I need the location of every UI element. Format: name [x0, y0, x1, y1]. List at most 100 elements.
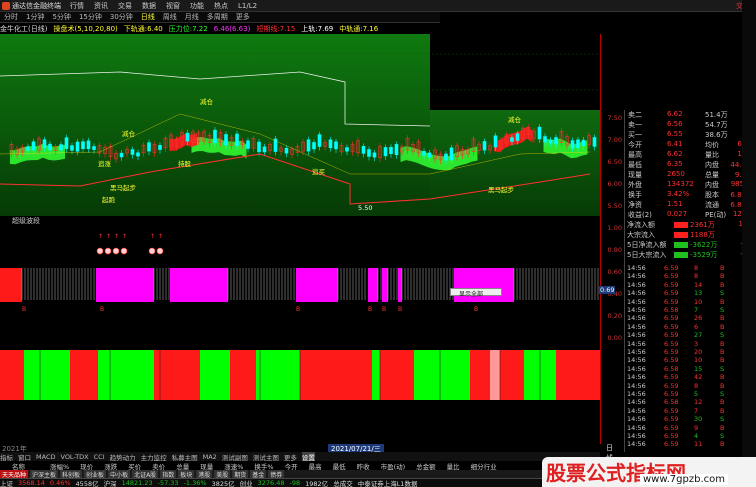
- period-tab[interactable]: 多周期: [207, 12, 228, 22]
- price-tick: 6.00: [607, 180, 622, 188]
- money-flow-row: 5日大宗流入-3529万-4%: [624, 250, 756, 260]
- tick-row[interactable]: 14:566.598B2: [624, 382, 756, 390]
- menu-item[interactable]: 数据: [142, 2, 156, 10]
- indicator-tab[interactable]: 测试主图: [253, 452, 279, 462]
- period-tab[interactable]: 5分钟: [52, 12, 70, 22]
- market-tab[interactable]: 指数: [160, 470, 177, 478]
- right-scrollbar[interactable]: [742, 0, 756, 487]
- menu-item[interactable]: 功能: [190, 2, 204, 10]
- tick-row[interactable]: 14:566.596B2: [624, 323, 756, 331]
- market-tab[interactable]: 债券: [268, 470, 285, 478]
- market-tab[interactable]: 港股: [196, 470, 213, 478]
- indicator-tab[interactable]: 窗口: [18, 452, 31, 462]
- tick-time: 14:56: [627, 280, 646, 289]
- tick-row[interactable]: 14:566.5920B6: [624, 348, 756, 356]
- tick-list[interactable]: 14:566.598B314:566.598B514:566.5914B314:…: [624, 264, 756, 450]
- sz-index-label[interactable]: 沪深: [104, 479, 117, 487]
- menu-item[interactable]: 资讯: [94, 2, 108, 10]
- tick-time: 14:56: [627, 440, 646, 449]
- indicator-tab[interactable]: 更多: [284, 452, 297, 462]
- tick-row[interactable]: 14:566.594S1: [624, 432, 756, 440]
- quote-cell: 2650: [667, 170, 685, 178]
- indicator-tab[interactable]: MA2: [203, 453, 217, 461]
- signal-band-panel[interactable]: [0, 346, 600, 444]
- tick-row[interactable]: 14:566.597B2: [624, 407, 756, 415]
- period-tab[interactable]: 日线: [141, 12, 155, 22]
- period-tab[interactable]: 分时: [4, 12, 18, 22]
- tick-row[interactable]: 14:566.595S1: [624, 390, 756, 398]
- indicator-tab[interactable]: 趋势动力: [110, 452, 136, 462]
- svg-text:↑: ↑: [122, 233, 127, 240]
- period-tab[interactable]: 15分钟: [79, 12, 102, 22]
- tick-row[interactable]: 14:566.5815S4: [624, 365, 756, 373]
- market-tab[interactable]: 天天品种: [0, 470, 29, 478]
- period-tab[interactable]: 更多: [236, 12, 250, 22]
- market-tab[interactable]: 北证A股: [132, 470, 159, 478]
- tick-row[interactable]: 14:566.5926B7: [624, 314, 756, 322]
- market-tab[interactable]: 科创板: [60, 470, 83, 478]
- market-tab[interactable]: 沪深主板: [30, 470, 59, 478]
- tick-row[interactable]: 14:566.5914B3: [624, 281, 756, 289]
- tick-row[interactable]: 14:566.5812B3: [624, 398, 756, 406]
- market-tab[interactable]: 板块: [178, 470, 195, 478]
- indicator-tab[interactable]: 主力监控: [141, 452, 167, 462]
- tick-time: 14:56: [627, 306, 646, 314]
- tick-row[interactable]: 14:566.587S5: [624, 306, 756, 314]
- indicator-tab[interactable]: VOL-TDX: [60, 453, 88, 461]
- sh-index-value: 3568.14: [18, 479, 45, 487]
- tick-row[interactable]: 14:566.5942B8: [624, 373, 756, 381]
- quote-row: 买一 6.55 38.6万: [625, 130, 756, 140]
- show-all-popup[interactable]: 显示全部: [450, 288, 502, 298]
- menu-item[interactable]: 交易: [118, 2, 132, 10]
- cy-index-label[interactable]: 创业: [240, 479, 253, 487]
- menu-item[interactable]: L1/L2: [238, 2, 257, 10]
- indicator-tab[interactable]: 设置: [301, 452, 315, 461]
- market-tab[interactable]: 基金: [250, 470, 267, 478]
- indicator-tab[interactable]: 测试副图: [222, 452, 248, 462]
- tick-row[interactable]: 14:566.5910B3: [624, 356, 756, 364]
- quote-cell: 6.56: [667, 120, 683, 128]
- tick-price: 6.59: [664, 415, 679, 424]
- strong-value: 短期线:7.15: [256, 24, 296, 33]
- kline-chart[interactable]: 减仓 减仓 减仓 追涨 黑马起步 黑马起步 起跑 持股 追买 5.50: [0, 34, 600, 216]
- ma-value: 6.46(6.63): [213, 24, 251, 33]
- sub-axis-tick: 0.20: [607, 312, 622, 320]
- quote-cell: 外盘: [628, 181, 642, 189]
- tick-row[interactable]: 14:566.598B5: [624, 272, 756, 280]
- band-indicator-panel[interactable]: ↑ ↑ ↑ ↑ ↑ ↑ B B B B B B B 显示全部: [0, 226, 600, 346]
- indicator-tab[interactable]: MACD: [36, 453, 55, 461]
- tick-row[interactable]: 14:566.5930S6: [624, 415, 756, 423]
- sh-index-label[interactable]: 上证: [0, 479, 13, 487]
- quote-row: 最高6.62量比1.03: [625, 150, 756, 160]
- quote-cell: 6.62: [667, 150, 683, 158]
- indicator-tab[interactable]: 指标: [0, 452, 13, 462]
- period-tab[interactable]: 1分钟: [26, 12, 44, 22]
- period-tab[interactable]: 月线: [185, 12, 199, 22]
- period-tab[interactable]: 周线: [163, 12, 177, 22]
- annotation-buy: 追买: [312, 168, 325, 176]
- period-tab[interactable]: 30分钟: [110, 12, 133, 22]
- quote-cell: 38.6万: [705, 131, 728, 139]
- menu-item[interactable]: 行情: [70, 2, 84, 10]
- tick-price: 6.59: [664, 432, 679, 440]
- indicator-tab[interactable]: CCI: [94, 453, 105, 461]
- indicator-tab[interactable]: 私募主图: [172, 452, 198, 462]
- market-tab[interactable]: 美股: [214, 470, 231, 478]
- tick-row[interactable]: 14:566.593B1: [624, 340, 756, 348]
- tick-row[interactable]: 14:566.599B2: [624, 424, 756, 432]
- tick-price: 6.59: [664, 339, 679, 348]
- market-tab[interactable]: 创业板: [84, 470, 107, 478]
- tick-row[interactable]: 14:566.5911B3: [624, 440, 756, 448]
- market-tab[interactable]: 中小板: [108, 470, 131, 478]
- menu-item[interactable]: 视窗: [166, 2, 180, 10]
- quote-cell: 内盘: [705, 161, 719, 169]
- tick-price: 6.59: [664, 440, 679, 449]
- market-tab[interactable]: 期货: [232, 470, 249, 478]
- quote-cell: 总量: [705, 171, 719, 179]
- cy-index-change: -98: [289, 479, 301, 487]
- tick-row[interactable]: 14:566.5913S4: [624, 289, 756, 297]
- tick-row[interactable]: 14:566.5927S9: [624, 331, 756, 339]
- menu-item[interactable]: 热点: [214, 2, 228, 10]
- tick-row[interactable]: 14:566.598B3: [624, 264, 756, 272]
- tick-row[interactable]: 14:566.5910B4: [624, 298, 756, 306]
